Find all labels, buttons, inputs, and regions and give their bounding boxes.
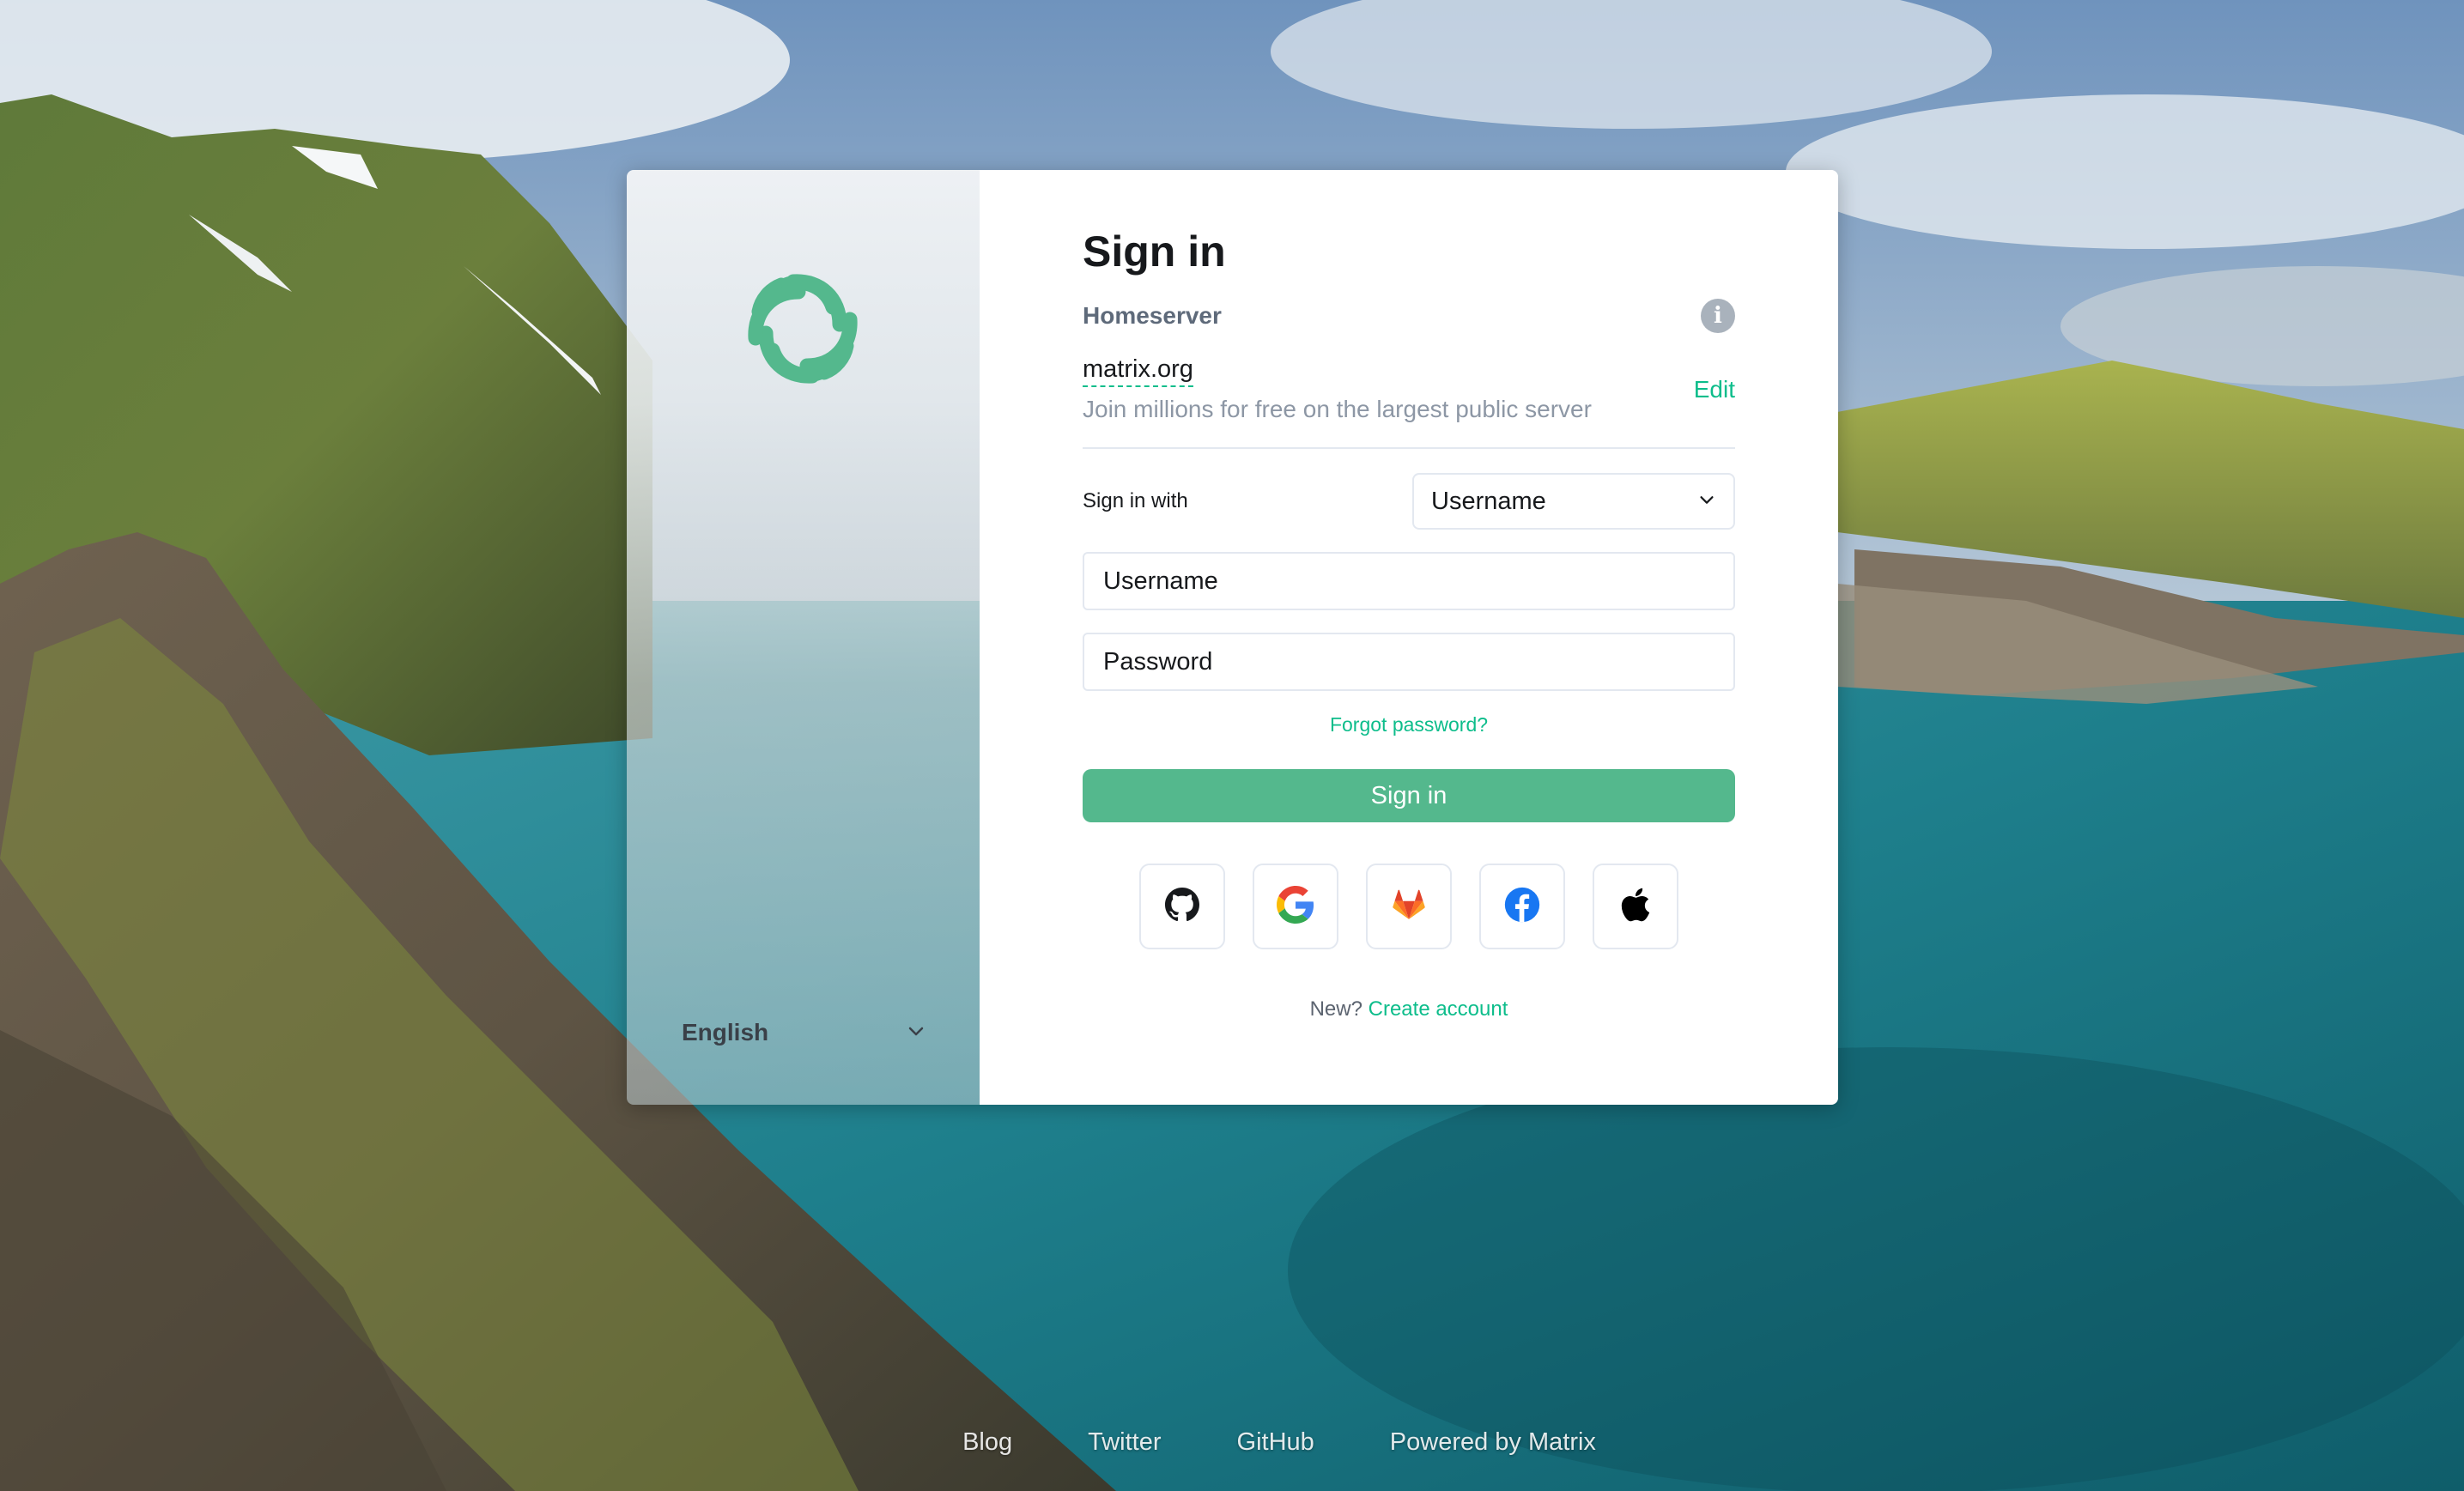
password-input[interactable] bbox=[1083, 633, 1735, 691]
google-icon bbox=[1277, 885, 1314, 928]
username-input[interactable] bbox=[1083, 552, 1735, 610]
chevron-down-icon bbox=[1697, 490, 1716, 513]
homeserver-info: matrix.org Join millions for free on the… bbox=[1083, 355, 1592, 423]
homeserver-label: Homeserver bbox=[1083, 302, 1222, 329]
homeserver-details: matrix.org Join millions for free on the… bbox=[1083, 355, 1735, 423]
github-sso-button[interactable] bbox=[1139, 864, 1225, 949]
login-type-select[interactable]: Username bbox=[1412, 473, 1735, 530]
sso-buttons bbox=[1083, 864, 1735, 949]
login-form-panel: Sign in Homeserver i matrix.org Join mil… bbox=[980, 170, 1838, 1105]
element-logo-icon bbox=[738, 264, 867, 393]
apple-sso-button[interactable] bbox=[1593, 864, 1678, 949]
divider bbox=[1083, 447, 1735, 449]
create-account-link[interactable]: Create account bbox=[1369, 997, 1508, 1021]
footer: Blog Twitter GitHub Powered by Matrix bbox=[0, 1428, 2464, 1457]
branding-panel: English bbox=[627, 170, 980, 1105]
google-sso-button[interactable] bbox=[1253, 864, 1338, 949]
chevron-down-icon bbox=[906, 1021, 926, 1046]
language-selector[interactable]: English bbox=[682, 1011, 926, 1054]
homeserver-description: Join millions for free on the largest pu… bbox=[1083, 396, 1592, 422]
auth-card: English Sign in Homeserver i matrix.org … bbox=[627, 170, 1838, 1105]
language-label: English bbox=[682, 1019, 769, 1046]
footer-link-github[interactable]: GitHub bbox=[1237, 1428, 1314, 1457]
github-icon bbox=[1165, 887, 1199, 926]
facebook-icon bbox=[1503, 886, 1541, 928]
gitlab-sso-button[interactable] bbox=[1366, 864, 1452, 949]
create-account-row: New? Create account bbox=[1083, 997, 1735, 1021]
new-prompt: New? bbox=[1309, 997, 1362, 1021]
page-title: Sign in bbox=[1083, 227, 1226, 276]
footer-link-powered-by-matrix[interactable]: Powered by Matrix bbox=[1390, 1428, 1596, 1457]
facebook-sso-button[interactable] bbox=[1479, 864, 1565, 949]
footer-link-twitter[interactable]: Twitter bbox=[1088, 1428, 1161, 1457]
apple-icon bbox=[1619, 886, 1652, 928]
info-icon[interactable]: i bbox=[1701, 299, 1735, 333]
edit-homeserver-button[interactable]: Edit bbox=[1694, 376, 1735, 403]
gitlab-icon bbox=[1392, 888, 1426, 926]
sign-in-with-label: Sign in with bbox=[1083, 489, 1188, 512]
sign-in-button[interactable]: Sign in bbox=[1083, 769, 1735, 822]
login-form: Sign in Homeserver i matrix.org Join mil… bbox=[1083, 221, 1735, 1021]
sign-in-with-row: Sign in with Username bbox=[1083, 473, 1735, 530]
footer-link-blog[interactable]: Blog bbox=[962, 1428, 1012, 1457]
forgot-password-link[interactable]: Forgot password? bbox=[1083, 713, 1735, 736]
homeserver-header: Homeserver i bbox=[1083, 297, 1735, 335]
login-type-value: Username bbox=[1431, 487, 1546, 515]
homeserver-name[interactable]: matrix.org bbox=[1083, 355, 1193, 387]
